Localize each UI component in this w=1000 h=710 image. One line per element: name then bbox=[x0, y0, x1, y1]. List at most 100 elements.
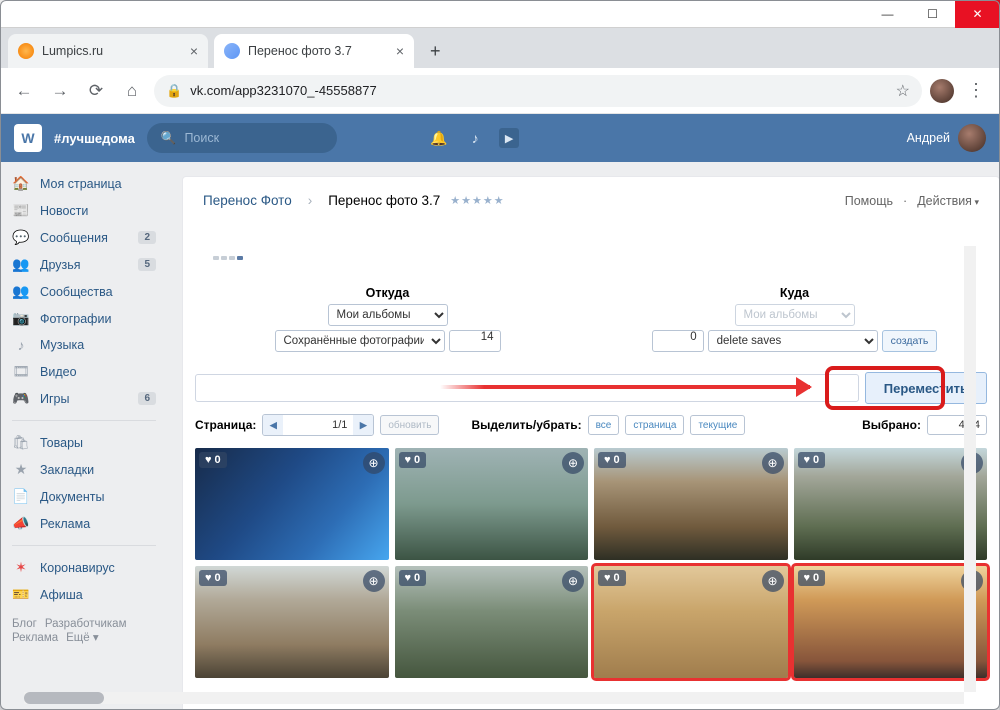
photo-thumb[interactable]: ♥0 ⊕ bbox=[395, 566, 589, 678]
vk-user-name: Андрей bbox=[907, 131, 950, 145]
back-button[interactable]: ← bbox=[10, 77, 38, 105]
footer-dev[interactable]: Разработчикам bbox=[45, 618, 127, 630]
window-titlebar: — ☐ ✕ bbox=[0, 0, 1000, 28]
sidebar-item[interactable]: 📣Реклама bbox=[0, 510, 168, 537]
profile-avatar[interactable] bbox=[930, 79, 954, 103]
sidebar-item-label: Сообщения bbox=[40, 231, 108, 245]
zoom-icon[interactable]: ⊕ bbox=[363, 570, 385, 592]
browser-menu-button[interactable]: ⋮ bbox=[962, 77, 990, 105]
notifications-icon[interactable]: 🔔 bbox=[427, 130, 451, 147]
photo-thumb[interactable]: ♥0⊕ bbox=[594, 566, 788, 678]
sidebar-item[interactable]: 👥Друзья5 bbox=[0, 251, 168, 278]
sidebar-item-label: Афиша bbox=[40, 588, 83, 602]
zoom-icon[interactable]: ⊕ bbox=[363, 452, 385, 474]
footer-blog[interactable]: Блог bbox=[12, 618, 37, 630]
breadcrumb-root[interactable]: Перенос Фото bbox=[203, 193, 292, 208]
zoom-icon[interactable]: ⊕ bbox=[762, 570, 784, 592]
likes-badge: ♥0 bbox=[399, 570, 427, 586]
window-close[interactable]: ✕ bbox=[955, 0, 1000, 28]
heart-icon: ♥ bbox=[205, 454, 212, 466]
main-panel: Перенос Фото › Перенос фото 3.7 ★★★★★ По… bbox=[168, 162, 1000, 710]
vk-search[interactable]: 🔍 Поиск bbox=[147, 123, 337, 153]
zoom-icon[interactable]: ⊕ bbox=[562, 452, 584, 474]
photo-thumb[interactable]: ♥0⊕ bbox=[195, 566, 389, 678]
forward-button[interactable]: → bbox=[46, 77, 74, 105]
sidebar-item-icon: ✶ bbox=[12, 559, 30, 576]
photo-thumb[interactable]: ♥0 ⊕ bbox=[395, 448, 589, 560]
rating-stars[interactable]: ★★★★★ bbox=[450, 194, 504, 207]
horizontal-scrollbar[interactable] bbox=[24, 692, 964, 704]
search-icon: 🔍 bbox=[161, 131, 177, 146]
photo-thumb[interactable]: ♥0⊕ bbox=[195, 448, 389, 560]
create-album-button[interactable]: создать bbox=[882, 330, 938, 352]
page-prev-button[interactable]: ◀ bbox=[263, 414, 283, 436]
tab-close-icon[interactable]: × bbox=[396, 43, 404, 59]
photo-thumb[interactable]: ♥0⊕ bbox=[794, 566, 988, 678]
heart-icon: ♥ bbox=[405, 572, 412, 584]
select-all-button[interactable]: все bbox=[588, 415, 620, 435]
actions-dropdown[interactable]: Действия bbox=[917, 194, 979, 208]
browser-tab-1[interactable]: Перенос фото 3.7 × bbox=[214, 34, 414, 68]
play-icon[interactable]: ▶ bbox=[499, 128, 519, 148]
to-label: Куда bbox=[606, 286, 983, 300]
help-link[interactable]: Помощь bbox=[845, 194, 893, 208]
footer-more[interactable]: Ещё ▾ bbox=[66, 632, 99, 644]
sidebar-item[interactable]: 🎞Видео bbox=[0, 358, 168, 385]
heart-icon: ♥ bbox=[804, 454, 811, 466]
sidebar-item[interactable]: 🎫Афиша bbox=[0, 581, 168, 608]
pager: ◀ 1/1 ▶ bbox=[262, 414, 374, 436]
sidebar-item[interactable]: ★Закладки bbox=[0, 456, 168, 483]
sidebar-item[interactable]: 📄Документы bbox=[0, 483, 168, 510]
window-maximize[interactable]: ☐ bbox=[910, 0, 955, 28]
page-next-button[interactable]: ▶ bbox=[353, 414, 373, 436]
window-minimize[interactable]: — bbox=[865, 0, 910, 28]
sidebar: 🏠Моя страница📰Новости💬Сообщения2👥Друзья5… bbox=[0, 162, 168, 710]
sidebar-item[interactable]: 🎮Игры6 bbox=[0, 385, 168, 412]
vk-user-menu[interactable]: Андрей bbox=[907, 124, 986, 152]
browser-tab-0[interactable]: Lumpics.ru × bbox=[8, 34, 208, 68]
reload-button[interactable]: ⟳ bbox=[82, 77, 110, 105]
vk-logo-icon[interactable]: W bbox=[14, 124, 42, 152]
refresh-button[interactable]: обновить bbox=[380, 415, 439, 435]
select-current-button[interactable]: текущие bbox=[690, 415, 745, 435]
avatar bbox=[958, 124, 986, 152]
zoom-icon[interactable]: ⊕ bbox=[562, 570, 584, 592]
photo-thumb[interactable]: ♥0⊕ bbox=[594, 448, 788, 560]
sidebar-item[interactable]: 🏠Моя страница bbox=[0, 170, 168, 197]
sidebar-item[interactable]: ♪Музыка bbox=[0, 332, 168, 358]
footer-ads[interactable]: Реклама bbox=[12, 632, 58, 644]
url-text: vk.com/app3231070_-45558877 bbox=[190, 83, 376, 98]
annotation-arrow bbox=[440, 385, 810, 389]
bookmark-star-icon[interactable]: ☆ bbox=[896, 81, 910, 101]
sidebar-item-label: Коронавирус bbox=[40, 561, 115, 575]
zoom-icon[interactable]: ⊕ bbox=[762, 452, 784, 474]
sidebar-item[interactable]: ✶ Коронавирус bbox=[0, 554, 168, 581]
vertical-scrollbar[interactable] bbox=[964, 246, 976, 692]
select-page-button[interactable]: страница bbox=[625, 415, 684, 435]
sidebar-item[interactable]: 📰Новости bbox=[0, 197, 168, 224]
sidebar-item[interactable]: 🛍Товары bbox=[0, 429, 168, 456]
sidebar-item-icon: 📷 bbox=[12, 310, 30, 327]
photo-thumb[interactable]: ♥0⊕ bbox=[794, 448, 988, 560]
sidebar-item-label: Реклама bbox=[40, 517, 90, 531]
to-album-select[interactable]: delete saves bbox=[708, 330, 878, 352]
vk-hashtag[interactable]: #лучшедома bbox=[54, 131, 135, 146]
sidebar-item[interactable]: 💬Сообщения2 bbox=[0, 224, 168, 251]
heart-icon: ♥ bbox=[405, 454, 412, 466]
tab-close-icon[interactable]: × bbox=[190, 43, 198, 59]
address-bar[interactable]: 🔒 vk.com/app3231070_-45558877 ☆ bbox=[154, 75, 922, 107]
sidebar-item[interactable]: 👥Сообщества bbox=[0, 278, 168, 305]
sidebar-item-label: Товары bbox=[40, 436, 83, 450]
tab-title: Перенос фото 3.7 bbox=[248, 44, 352, 58]
from-album-select[interactable]: Сохранённые фотографии bbox=[275, 330, 445, 352]
chevron-right-icon: › bbox=[302, 193, 319, 208]
heart-icon: ♥ bbox=[205, 572, 212, 584]
home-button[interactable]: ⌂ bbox=[118, 77, 146, 105]
from-album-group-select[interactable]: Мои альбомы bbox=[328, 304, 448, 326]
sidebar-item[interactable]: 📷Фотографии bbox=[0, 305, 168, 332]
chosen-value: 4/14 bbox=[927, 415, 987, 435]
new-tab-button[interactable]: + bbox=[420, 34, 451, 68]
likes-badge: ♥0 bbox=[399, 452, 427, 468]
to-album-group-select[interactable]: Мои альбомы bbox=[735, 304, 855, 326]
music-header-icon[interactable]: ♪ bbox=[463, 130, 487, 146]
